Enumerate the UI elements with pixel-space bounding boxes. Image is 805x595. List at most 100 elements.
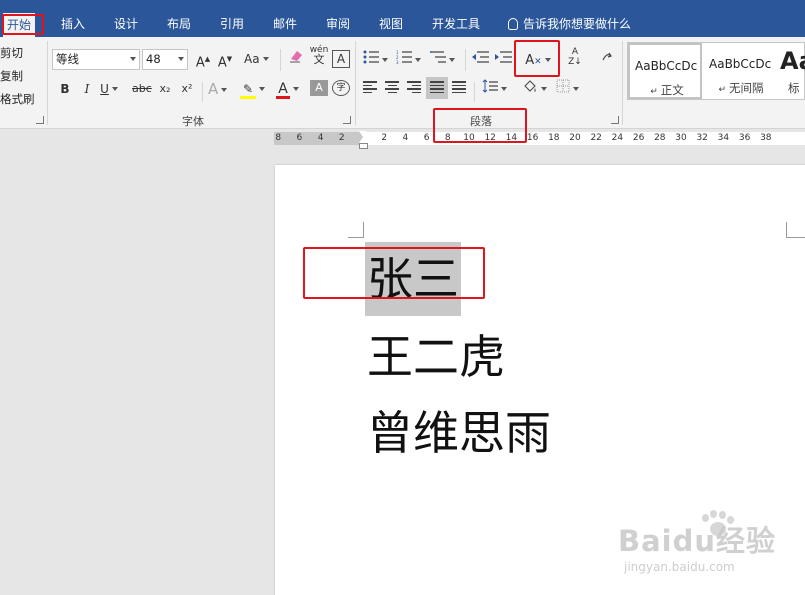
superscript-button[interactable]: x² <box>178 78 196 100</box>
ruler-tick: 2 <box>381 133 388 143</box>
font-size-value: 48 <box>146 52 161 66</box>
ruler-tick: 28 <box>654 133 666 143</box>
align-right-icon[interactable] <box>407 81 425 103</box>
font-name-value: 等线 <box>56 52 79 66</box>
highlight-color-button[interactable]: ✎ <box>240 78 265 100</box>
justify-icon[interactable] <box>426 77 448 99</box>
ruler-tick: 36 <box>738 133 751 143</box>
font-name-select[interactable]: 等线 <box>52 49 140 70</box>
phonetic-guide-button[interactable]: wén 文 <box>308 45 330 67</box>
show-hide-marks-icon[interactable] <box>598 49 616 71</box>
indent-markers[interactable] <box>359 131 368 149</box>
borders-button[interactable] <box>556 78 579 100</box>
numbering-button[interactable]: 123 <box>396 49 421 71</box>
group-separator <box>355 41 356 125</box>
format-painter-button[interactable]: 格式刷 <box>0 91 35 107</box>
shrink-font-button[interactable]: A▼ <box>216 48 234 70</box>
style-heading[interactable]: Aa 标 <box>778 43 805 99</box>
font-group-label: 字体 <box>182 115 204 128</box>
ruler-tick: 34 <box>717 133 730 143</box>
italic-button[interactable]: I <box>78 78 96 100</box>
clear-format-icon[interactable] <box>286 48 306 70</box>
tell-me-box[interactable]: 告诉我你想要做什么 <box>508 14 631 35</box>
text-effects-button[interactable]: A <box>208 78 228 100</box>
tab-developer[interactable]: 开发工具 <box>428 14 484 35</box>
text-boundary-corner-left <box>348 222 364 238</box>
tab-view[interactable]: 视图 <box>375 14 407 35</box>
ruler-tick: 38 <box>760 133 772 143</box>
ribbon-tab-bar: 开始 插入 设计 布局 引用 邮件 审阅 视图 开发工具 告诉我你想要做什么 <box>0 0 805 37</box>
ruler-tick: 22 <box>590 133 602 143</box>
ruler-tick: 2 <box>338 133 345 143</box>
tell-me-label: 告诉我你想要做什么 <box>523 17 632 31</box>
ruler-tick: 4 <box>402 133 409 143</box>
ruler-tick: 6 <box>296 133 303 143</box>
horizontal-ruler-area: 8 6 4 2 2 4 6 8 10 12 14 16 18 20 22 24 26 28 30 32 34 36 38 <box>0 129 805 148</box>
toolbar-separator <box>280 49 281 71</box>
left-indent-marker[interactable] <box>359 143 368 149</box>
font-launcher-icon[interactable] <box>343 116 351 124</box>
tab-review[interactable]: 审阅 <box>322 14 354 35</box>
watermark-url: jingyan.baidu.com <box>624 560 735 574</box>
font-color-button[interactable]: A <box>276 78 299 100</box>
ruler-tick: 4 <box>317 133 324 143</box>
watermark-brand: Baidu经验 <box>618 524 777 558</box>
tab-layout[interactable]: 布局 <box>163 14 195 35</box>
ruler-tick: 18 <box>548 133 560 143</box>
text-boundary-corner-right <box>786 222 805 238</box>
ruler-tick: 32 <box>696 133 708 143</box>
highlight-box-selected-text <box>303 247 485 299</box>
tab-design[interactable]: 设计 <box>110 14 142 35</box>
distributed-icon[interactable] <box>452 81 470 103</box>
tab-insert[interactable]: 插入 <box>57 14 89 35</box>
strikethrough-button[interactable]: abc <box>132 78 152 100</box>
underline-button[interactable]: U <box>100 78 118 100</box>
copy-button[interactable]: 复制 <box>0 68 23 84</box>
toolbar-separator <box>202 82 203 102</box>
svg-text:3: 3 <box>396 60 399 64</box>
multilevel-list-button[interactable] <box>430 49 455 71</box>
ruler-tick: 20 <box>569 133 581 143</box>
increase-indent-icon[interactable] <box>494 49 512 71</box>
document-line[interactable]: 王二虎 <box>367 327 505 387</box>
horizontal-ruler[interactable]: 8 6 4 2 2 4 6 8 10 12 14 16 18 20 22 24 26 28 30 32 34 36 38 <box>274 132 805 145</box>
title-bar-strip <box>0 0 805 5</box>
line-spacing-button[interactable] <box>482 78 507 100</box>
subscript-button[interactable]: x₂ <box>156 78 174 100</box>
style-normal[interactable]: AaBbCcDc ↵ 正文 <box>628 43 702 99</box>
cut-button[interactable]: 剪切 <box>0 45 23 61</box>
ruler-tick: 30 <box>675 133 687 143</box>
styles-gallery: AaBbCcDc ↵ 正文 AaBbCcDc ↵ 无间隔 Aa 标 <box>627 42 805 100</box>
tab-references[interactable]: 引用 <box>216 14 248 35</box>
ruler-tick: 8 <box>275 133 282 143</box>
character-border-button[interactable]: A <box>332 50 350 68</box>
bold-button[interactable]: B <box>56 78 74 100</box>
tab-mailings[interactable]: 邮件 <box>269 14 301 35</box>
bullets-button[interactable] <box>363 49 388 71</box>
clipboard-launcher-icon[interactable] <box>36 116 44 124</box>
paragraph-launcher-icon[interactable] <box>611 116 619 124</box>
style-no-spacing[interactable]: AaBbCcDc ↵ 无间隔 <box>704 43 778 99</box>
sort-button[interactable]: A Z↓ <box>566 47 584 69</box>
toolbar-separator <box>474 82 475 102</box>
align-center-icon[interactable] <box>385 81 403 103</box>
decrease-indent-icon[interactable] <box>471 49 489 71</box>
group-separator <box>622 41 623 125</box>
group-separator <box>47 41 48 125</box>
font-size-select[interactable]: 48 <box>142 49 188 70</box>
document-line[interactable]: 曾维思雨 <box>367 403 551 463</box>
ruler-tick: 26 <box>632 133 645 143</box>
shading-button[interactable] <box>522 78 547 100</box>
highlight-box-home-tab <box>2 14 44 35</box>
toolbar-separator <box>465 49 466 71</box>
lightbulb-icon <box>508 18 518 30</box>
grow-font-button[interactable]: A▲ <box>194 48 212 70</box>
ruler-tick: 24 <box>611 133 624 143</box>
character-shading-button[interactable]: A <box>310 80 328 96</box>
change-case-button[interactable]: Aa <box>244 48 269 70</box>
highlight-box-paragraph-label <box>433 108 527 143</box>
enclose-characters-button[interactable]: 字 <box>332 80 350 96</box>
ruler-tick: 6 <box>423 133 430 143</box>
align-left-icon[interactable] <box>363 81 381 103</box>
ruler-tick: 16 <box>526 133 539 143</box>
